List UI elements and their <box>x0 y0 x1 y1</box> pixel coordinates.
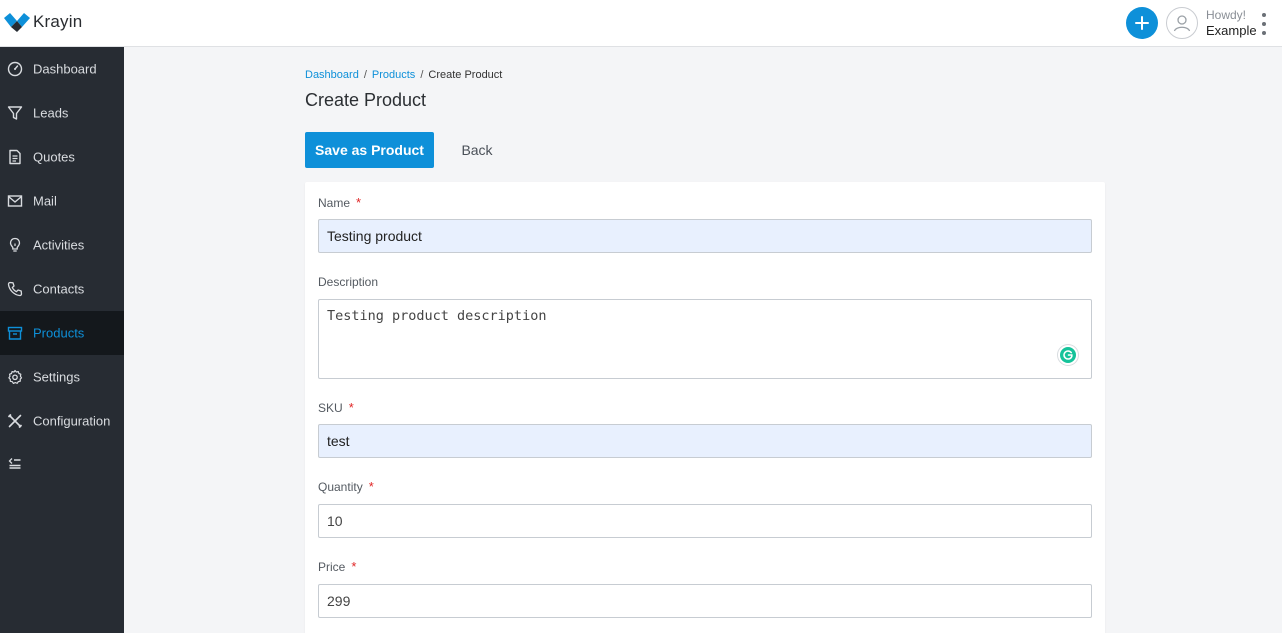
plus-icon <box>1135 16 1149 30</box>
sku-label: SKU * <box>318 400 354 415</box>
description-textarea[interactable]: Testing product description <box>318 299 1092 379</box>
kebab-menu-icon[interactable] <box>1260 13 1268 35</box>
sidebar-item-configuration[interactable]: Configuration <box>0 399 124 443</box>
sidebar-item-mail[interactable]: Mail <box>0 179 124 223</box>
required-marker: * <box>368 479 374 494</box>
description-label: Description <box>318 275 379 289</box>
required-marker: * <box>348 400 354 415</box>
breadcrumb-products-link[interactable]: Products <box>372 69 415 81</box>
collapse-menu-icon[interactable] <box>7 455 23 471</box>
breadcrumb-dashboard-link[interactable]: Dashboard <box>305 69 359 81</box>
sidebar-item-dashboard[interactable]: Dashboard <box>0 47 124 91</box>
sidebar-item-activities[interactable]: Activities <box>0 223 124 267</box>
sidebar-item-label: Leads <box>33 105 69 121</box>
save-product-button[interactable]: Save as Product <box>305 132 434 168</box>
name-label: Name * <box>318 195 361 210</box>
breadcrumb: Dashboard / Products / Create Product <box>305 69 502 81</box>
sidebar-item-leads[interactable]: Leads <box>0 91 124 135</box>
sidebar-item-label: Mail <box>33 193 57 209</box>
sidebar-item-label: Settings <box>33 369 80 385</box>
name-label-text: Name <box>318 196 351 210</box>
lightbulb-icon <box>7 237 23 253</box>
sidebar: Dashboard Leads Quotes Mail Activities C… <box>0 47 124 633</box>
required-marker: * <box>356 195 362 210</box>
sidebar-item-label: Activities <box>33 237 85 253</box>
sidebar-item-label: Quotes <box>33 149 75 165</box>
page-title: Create Product <box>305 90 427 110</box>
user-name[interactable]: Example <box>1206 23 1257 38</box>
tools-icon <box>7 413 23 429</box>
sidebar-item-label: Dashboard <box>33 61 97 77</box>
required-marker: * <box>351 559 357 574</box>
sidebar-item-label: Products <box>33 325 85 341</box>
sku-label-text: SKU <box>318 401 343 415</box>
sidebar-item-quotes[interactable]: Quotes <box>0 135 124 179</box>
top-bar: Krayin Howdy! Example <box>0 0 1282 47</box>
mail-icon <box>7 193 23 209</box>
quantity-field[interactable]: 10 <box>318 504 1092 538</box>
name-field[interactable]: Testing product <box>318 219 1092 253</box>
quick-add-button[interactable] <box>1126 7 1158 39</box>
quantity-label: Quantity * <box>318 479 374 494</box>
sku-field[interactable]: test <box>318 424 1092 458</box>
user-avatar-icon <box>1173 15 1191 32</box>
krayin-logo-icon <box>4 13 30 32</box>
price-field[interactable]: 299 <box>318 584 1092 618</box>
phone-icon <box>7 281 23 297</box>
breadcrumb-separator: / <box>363 69 367 81</box>
breadcrumb-separator: / <box>420 69 424 81</box>
box-icon <box>7 325 23 341</box>
sidebar-item-products[interactable]: Products <box>0 311 124 355</box>
sidebar-item-label: Configuration <box>33 413 111 429</box>
gear-icon <box>7 369 23 385</box>
document-icon <box>7 149 23 165</box>
grammarly-icon[interactable] <box>1058 345 1078 365</box>
filter-icon <box>7 105 23 121</box>
price-label: Price * <box>318 559 356 574</box>
user-avatar[interactable] <box>1166 7 1198 39</box>
brand-logo[interactable]: Krayin <box>4 12 82 32</box>
brand-name: Krayin <box>33 12 83 31</box>
sidebar-item-label: Contacts <box>33 281 85 297</box>
price-label-text: Price <box>318 560 346 574</box>
greeting-text: Howdy! <box>1206 8 1247 22</box>
back-button[interactable]: Back <box>455 132 499 168</box>
breadcrumb-current: Create Product <box>428 69 503 81</box>
quantity-label-text: Quantity <box>318 480 363 494</box>
dashboard-icon <box>7 61 23 77</box>
sidebar-item-settings[interactable]: Settings <box>0 355 124 399</box>
sidebar-item-contacts[interactable]: Contacts <box>0 267 124 311</box>
